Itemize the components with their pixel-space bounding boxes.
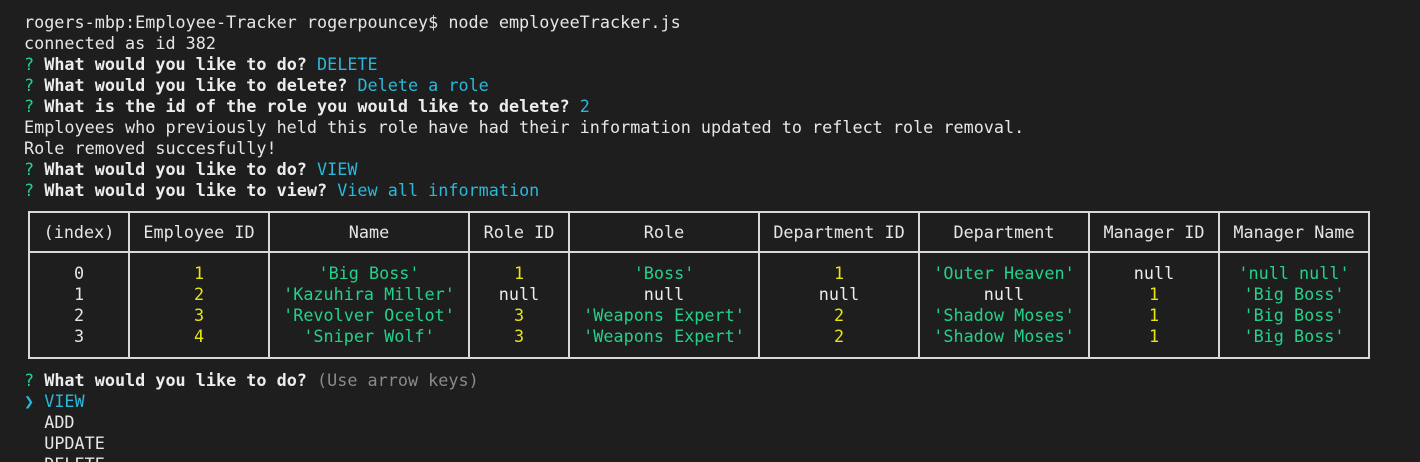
question-mark-icon: ? <box>24 96 35 116</box>
header-manager-id: Manager ID <box>1088 212 1220 253</box>
question-mark-icon: ? <box>24 54 35 74</box>
arrow-keys-hint: (Use arrow keys) <box>317 370 479 390</box>
cell-manager-id: 1 <box>1088 284 1220 305</box>
cell-name: 'Kazuhira Miller' <box>268 284 470 305</box>
cell-employee-id: 2 <box>128 284 270 305</box>
question-text: What would you like to do? <box>44 54 307 74</box>
cell-manager-name: 'Big Boss' <box>1218 326 1370 358</box>
cell-employee-id: 4 <box>128 326 270 358</box>
cell-manager-id: null <box>1088 252 1220 284</box>
cell-department: 'Shadow Moses' <box>918 326 1090 358</box>
cell-name: 'Sniper Wolf' <box>268 326 470 358</box>
cell-role-id: 3 <box>468 326 570 358</box>
cell-manager-id: 1 <box>1088 326 1220 358</box>
prompt-what-to-do-2: ? What would you like to do? VIEW <box>24 159 1404 180</box>
header-employee-id: Employee ID <box>128 212 270 253</box>
header-name: Name <box>268 212 470 253</box>
cell-department-id: 2 <box>758 305 920 326</box>
pointer-icon: ❯ <box>24 391 35 411</box>
success-message: Role removed succesfully! <box>24 138 277 158</box>
cell-role-id: 1 <box>468 252 570 284</box>
cell-manager-name: 'Big Boss' <box>1218 305 1370 326</box>
table-row: 1 2 'Kazuhira Miller' null null null nul… <box>28 284 1370 305</box>
cell-index: 2 <box>28 305 130 326</box>
question-text: What would you like to delete? <box>44 75 348 95</box>
header-role: Role <box>568 212 760 253</box>
action-menu: ❯ VIEW ADD UPDATE DELETE <box>24 391 1404 462</box>
cell-name: 'Big Boss' <box>268 252 470 284</box>
cell-role: null <box>568 284 760 305</box>
connection-status: connected as id 382 <box>24 33 216 53</box>
cell-department: 'Shadow Moses' <box>918 305 1090 326</box>
menu-item-label: UPDATE <box>44 433 105 453</box>
answer-text: View all information <box>337 180 540 200</box>
question-text: What would you like to view? <box>44 180 328 200</box>
cell-role-id: 3 <box>468 305 570 326</box>
menu-item-add[interactable]: ADD <box>24 412 1404 433</box>
header-manager-name: Manager Name <box>1218 212 1370 253</box>
employee-table: (index) Employee ID Name Role ID Role De… <box>28 211 1370 359</box>
menu-item-view[interactable]: ❯ VIEW <box>24 391 1404 412</box>
prompt-what-to-do-1: ? What would you like to do? DELETE <box>24 54 1404 75</box>
cell-employee-id: 3 <box>128 305 270 326</box>
question-text: What is the id of the role you would lik… <box>44 96 570 116</box>
prompt-what-to-delete: ? What would you like to delete? Delete … <box>24 75 1404 96</box>
header-department-id: Department ID <box>758 212 920 253</box>
menu-item-delete[interactable]: DELETE <box>24 454 1404 462</box>
cell-department-id: null <box>758 284 920 305</box>
cell-index: 3 <box>28 326 130 358</box>
cell-role: 'Weapons Expert' <box>568 326 760 358</box>
table-body: 0 1 'Big Boss' 1 'Boss' 1 'Outer Heaven'… <box>28 252 1370 358</box>
menu-item-update[interactable]: UPDATE <box>24 433 1404 454</box>
cell-manager-id: 1 <box>1088 305 1220 326</box>
answer-text: 2 <box>579 96 590 116</box>
prompt-role-id: ? What is the id of the role you would l… <box>24 96 1404 117</box>
cell-index: 0 <box>28 252 130 284</box>
question-text: What would you like to do? <box>44 370 307 390</box>
answer-text: Delete a role <box>357 75 489 95</box>
question-mark-icon: ? <box>24 180 35 200</box>
answer-text: DELETE <box>317 54 378 74</box>
cell-department: null <box>918 284 1090 305</box>
cell-manager-name: 'Big Boss' <box>1218 284 1370 305</box>
header-index: (index) <box>28 212 130 253</box>
cell-employee-id: 1 <box>128 252 270 284</box>
shell-command-line: rogers-mbp:Employee-Tracker rogerpouncey… <box>24 12 681 32</box>
cell-role: 'Boss' <box>568 252 760 284</box>
cell-department-id: 1 <box>758 252 920 284</box>
cell-manager-name: 'null null' <box>1218 252 1370 284</box>
header-role-id: Role ID <box>468 212 570 253</box>
cell-role-id: null <box>468 284 570 305</box>
cell-department: 'Outer Heaven' <box>918 252 1090 284</box>
table-row: 3 4 'Sniper Wolf' 3 'Weapons Expert' 2 '… <box>28 326 1370 358</box>
table-row: 0 1 'Big Boss' 1 'Boss' 1 'Outer Heaven'… <box>28 252 1370 284</box>
menu-item-label: ADD <box>44 412 75 432</box>
menu-item-label: DELETE <box>44 454 105 462</box>
prompt-what-to-view: ? What would you like to view? View all … <box>24 180 1404 201</box>
question-mark-icon: ? <box>24 370 35 390</box>
cell-index: 1 <box>28 284 130 305</box>
terminal-output: rogers-mbp:Employee-Tracker rogerpouncey… <box>24 12 1404 462</box>
table-header-row: (index) Employee ID Name Role ID Role De… <box>28 212 1370 253</box>
cell-name: 'Revolver Ocelot' <box>268 305 470 326</box>
prompt-what-to-do-3: ? What would you like to do? (Use arrow … <box>24 370 1404 391</box>
table-row: 2 3 'Revolver Ocelot' 3 'Weapons Expert'… <box>28 305 1370 326</box>
question-text: What would you like to do? <box>44 159 307 179</box>
answer-text: VIEW <box>317 159 358 179</box>
question-mark-icon: ? <box>24 75 35 95</box>
question-mark-icon: ? <box>24 159 35 179</box>
header-department: Department <box>918 212 1090 253</box>
menu-item-label: VIEW <box>44 391 85 411</box>
cell-department-id: 2 <box>758 326 920 358</box>
cell-role: 'Weapons Expert' <box>568 305 760 326</box>
update-message: Employees who previously held this role … <box>24 117 1025 137</box>
